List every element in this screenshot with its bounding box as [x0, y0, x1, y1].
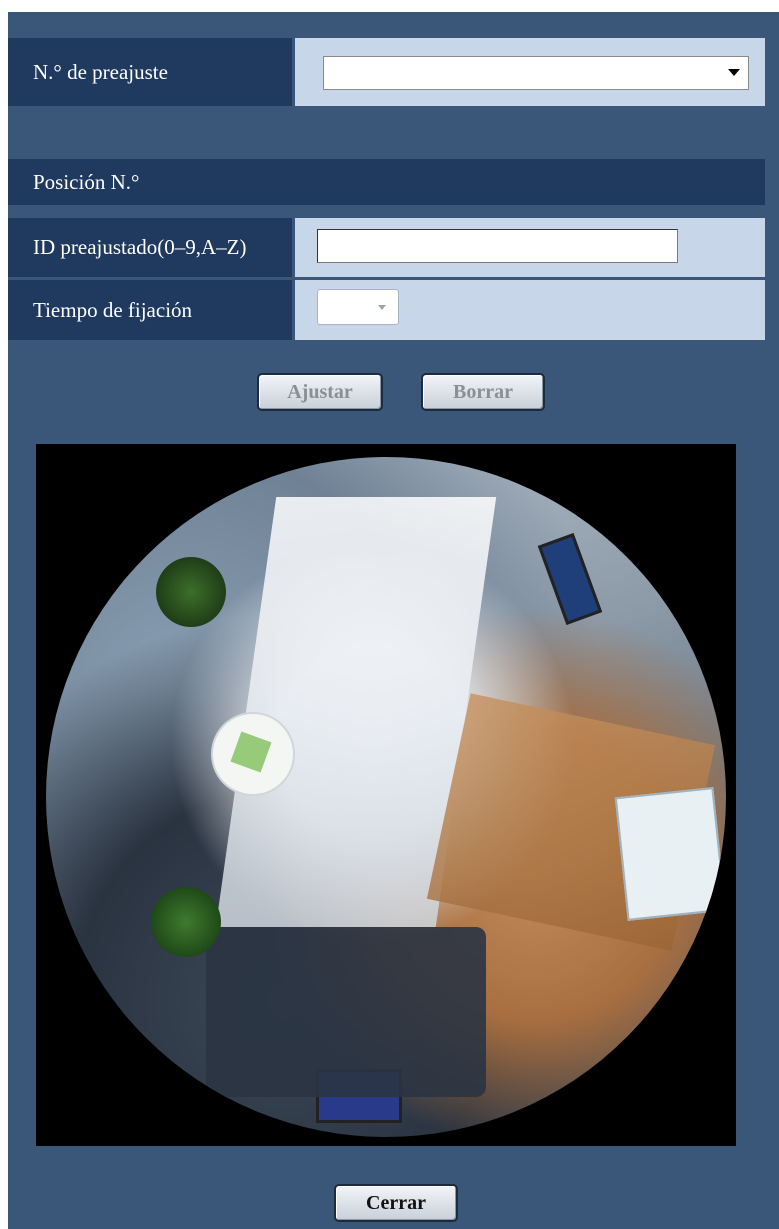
preset-number-label: N.° de preajuste	[8, 38, 292, 106]
fisheye-plant	[151, 887, 221, 957]
fisheye-round-table	[211, 712, 295, 796]
preset-id-row: ID preajustado(0–9,A–Z)	[8, 218, 765, 277]
chevron-down-icon	[378, 305, 386, 310]
close-button[interactable]: Cerrar	[334, 1184, 458, 1222]
fisheye-camera-image	[46, 457, 726, 1137]
preset-number-value-cell	[295, 38, 765, 106]
preset-settings-panel: N.° de preajuste Posición N.° ID preajus…	[8, 12, 779, 1229]
dwell-time-label: Tiempo de fijación	[8, 280, 292, 340]
fisheye-wall-monitor	[537, 533, 603, 625]
position-section-title: Posición N.°	[8, 159, 765, 205]
preset-id-input[interactable]	[317, 229, 678, 263]
dwell-time-value-cell	[295, 280, 765, 340]
dwell-time-row: Tiempo de fijación	[8, 280, 765, 340]
delete-button[interactable]: Borrar	[421, 373, 545, 411]
dwell-time-select[interactable]	[317, 289, 399, 325]
preset-number-row: N.° de preajuste	[8, 38, 765, 106]
camera-preview[interactable]	[36, 444, 736, 1146]
fisheye-dark-counter	[206, 927, 486, 1097]
preset-id-label: ID preajustado(0–9,A–Z)	[8, 218, 292, 277]
preset-number-select[interactable]	[323, 56, 749, 90]
set-button[interactable]: Ajustar	[257, 373, 383, 411]
preset-id-value-cell	[295, 218, 765, 277]
chevron-down-icon	[728, 69, 740, 76]
fisheye-table-item	[230, 731, 272, 773]
fisheye-plant	[156, 557, 226, 627]
fisheye-poster-board	[614, 787, 726, 921]
